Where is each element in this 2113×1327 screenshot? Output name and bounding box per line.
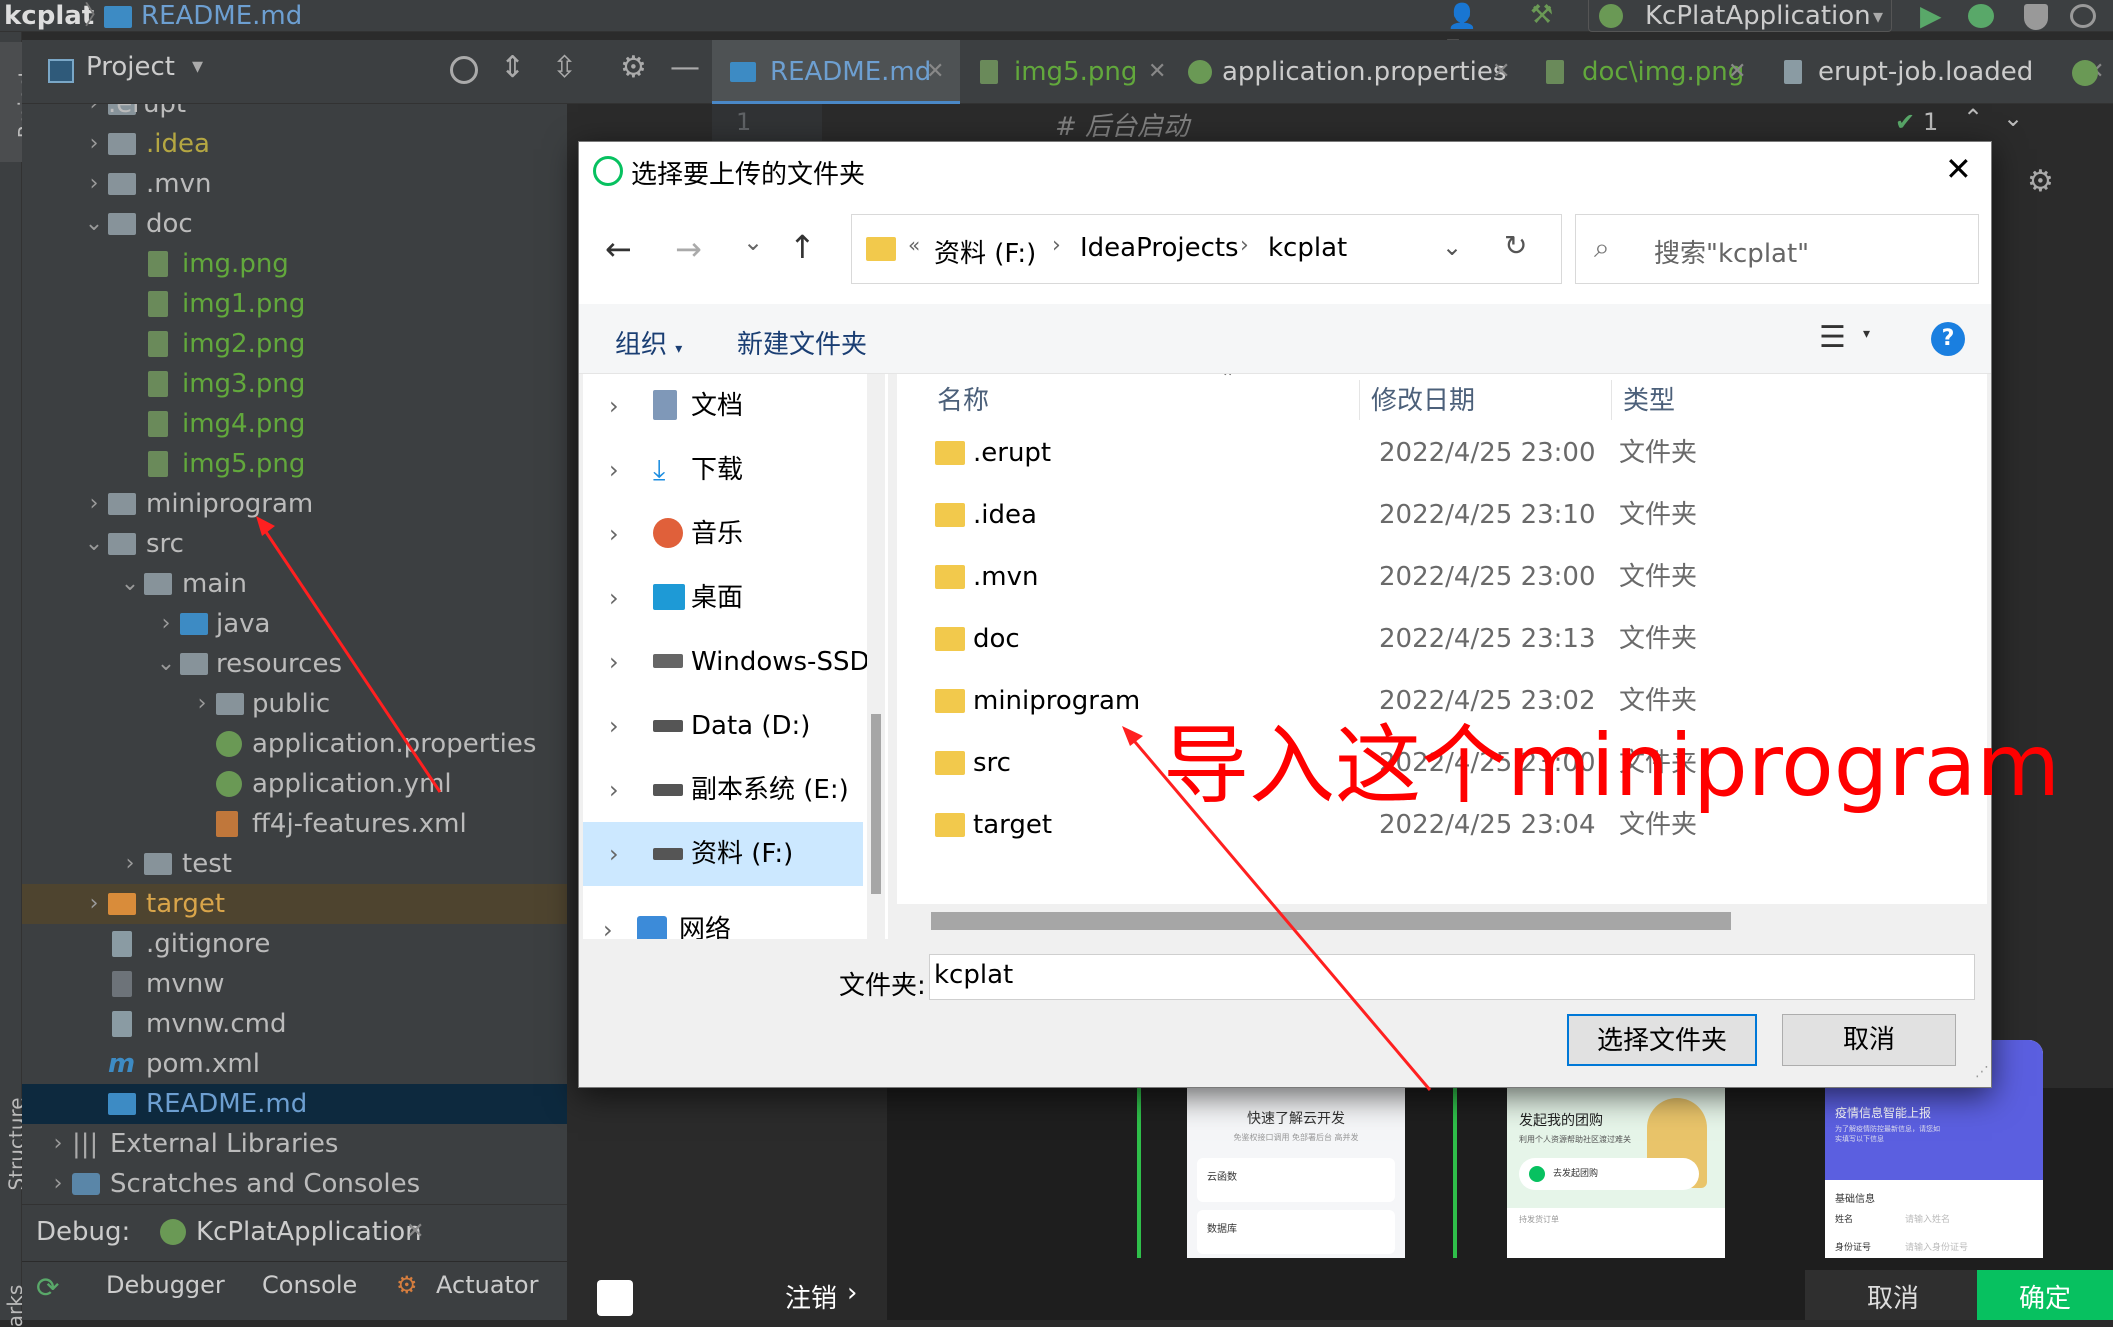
arrow-head <box>1122 726 1143 746</box>
annotation-arrows <box>256 516 1432 1091</box>
arrow-to-miniprogram-tree <box>260 525 442 793</box>
annotation-text: 导入这个miniprogram <box>1163 716 2061 816</box>
arrow-head <box>256 516 275 536</box>
